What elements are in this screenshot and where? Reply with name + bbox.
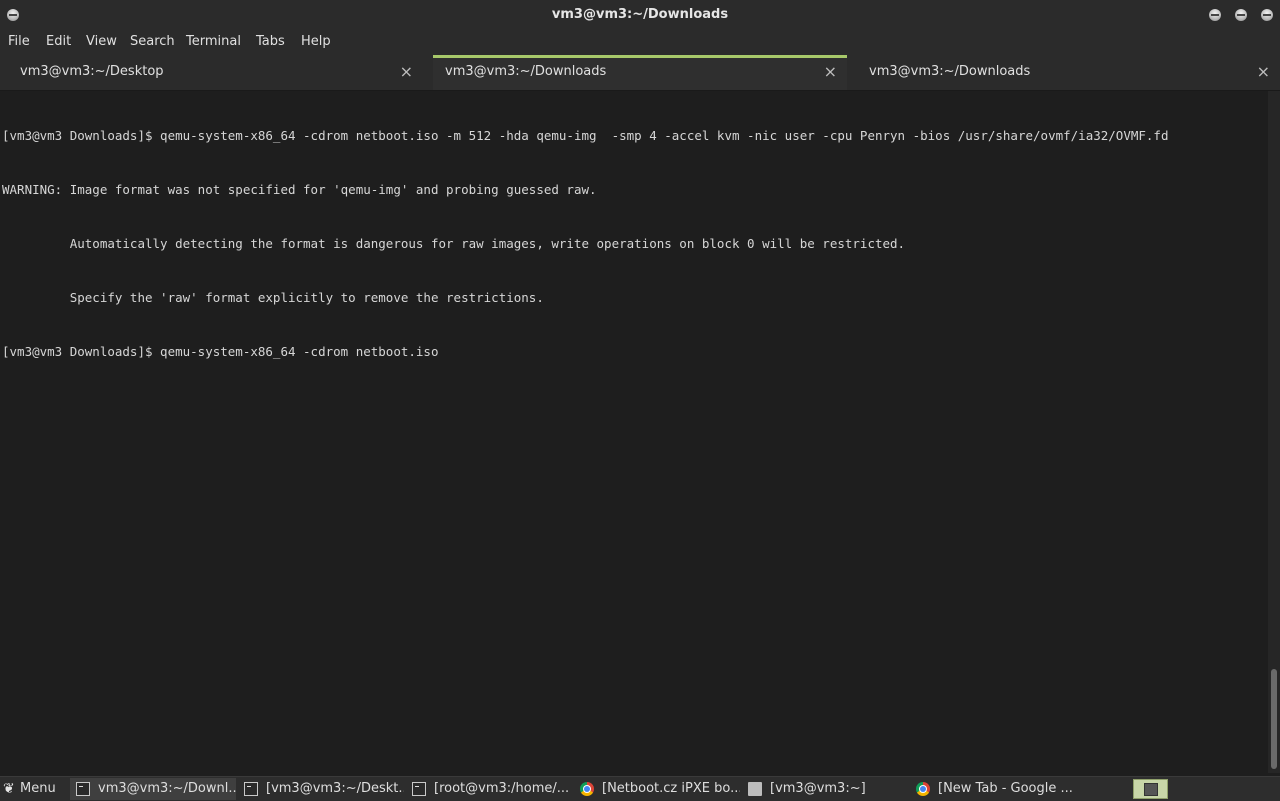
tab-label: vm3@vm3:~/Downloads [445, 64, 607, 79]
scrollbar-thumb[interactable] [1271, 669, 1277, 769]
gnome-foot-icon: ❦ [3, 781, 15, 797]
menu-file[interactable]: File [8, 34, 30, 49]
taskbar-item-label: [vm3@vm3:~/Deskt... [266, 781, 404, 796]
terminal-scrollbar[interactable] [1268, 91, 1280, 773]
terminal-icon [412, 782, 426, 796]
taskbar-item-label: vm3@vm3:~/Downl... [98, 781, 236, 796]
terminal-line: WARNING: Image format was not specified … [2, 182, 597, 197]
folder-icon [748, 782, 762, 796]
taskbar-item-label: [root@vm3:/home/... [434, 781, 570, 796]
taskbar-item-label: [Netboot.cz iPXE bo... [602, 781, 740, 796]
terminal-line: [vm3@vm3 Downloads]$ qemu-system-x86_64 … [2, 344, 447, 359]
terminal-line: Automatically detecting the format is da… [2, 236, 906, 251]
maximize-icon[interactable] [1235, 9, 1247, 21]
tab-desktop[interactable]: vm3@vm3:~/Desktop × [0, 55, 423, 90]
taskbar-item[interactable]: [New Tab - Google ... [910, 778, 1076, 800]
menu-label: Menu [20, 781, 56, 796]
terminal-output[interactable]: [vm3@vm3 Downloads]$ qemu-system-x86_64 … [0, 91, 1268, 773]
terminal-icon [76, 782, 90, 796]
tab-bar: vm3@vm3:~/Desktop × vm3@vm3:~/Downloads … [0, 55, 1280, 91]
tab-close-icon[interactable]: × [824, 62, 837, 81]
menu-edit[interactable]: Edit [46, 34, 71, 49]
tab-downloads[interactable]: vm3@vm3:~/Downloads × [857, 55, 1280, 90]
taskbar-item-label: [vm3@vm3:~] [770, 781, 866, 796]
taskbar-item[interactable]: vm3@vm3:~/Downl... [70, 778, 236, 800]
taskbar-item[interactable]: [vm3@vm3:~/Deskt... [238, 778, 404, 800]
close-icon[interactable] [1261, 9, 1273, 21]
taskbar-item[interactable]: [root@vm3:/home/... [406, 778, 572, 800]
workspace-switcher-icon[interactable] [1133, 779, 1168, 799]
taskbar: ❦ Menu vm3@vm3:~/Downl... [vm3@vm3:~/Des… [0, 776, 1280, 801]
start-menu-button[interactable]: ❦ Menu [0, 778, 66, 800]
tab-label: vm3@vm3:~/Desktop [20, 64, 164, 79]
tab-close-icon[interactable]: × [400, 62, 413, 81]
terminal-line: [vm3@vm3 Downloads]$ qemu-system-x86_64 … [2, 128, 1169, 143]
menu-search[interactable]: Search [130, 34, 175, 49]
terminal-line: Specify the 'raw' format explicitly to r… [2, 290, 544, 305]
menu-view[interactable]: View [86, 34, 117, 49]
title-bar: vm3@vm3:~/Downloads [0, 0, 1280, 31]
tab-label: vm3@vm3:~/Downloads [869, 64, 1031, 79]
window-title: vm3@vm3:~/Downloads [551, 7, 729, 22]
chrome-icon [916, 782, 930, 796]
minimize-icon[interactable] [1209, 9, 1221, 21]
taskbar-item[interactable]: [vm3@vm3:~] [742, 778, 908, 800]
chrome-icon [580, 782, 594, 796]
tab-downloads-active[interactable]: vm3@vm3:~/Downloads × [433, 55, 847, 90]
menu-help[interactable]: Help [301, 34, 331, 49]
menu-tabs[interactable]: Tabs [256, 34, 285, 49]
tab-close-icon[interactable]: × [1257, 62, 1270, 81]
taskbar-item[interactable]: [Netboot.cz iPXE bo... [574, 778, 740, 800]
terminal-icon [244, 782, 258, 796]
menu-bar: File Edit View Search Terminal Tabs Help [0, 31, 1280, 55]
menu-terminal[interactable]: Terminal [186, 34, 241, 49]
taskbar-item-label: [New Tab - Google ... [938, 781, 1073, 796]
